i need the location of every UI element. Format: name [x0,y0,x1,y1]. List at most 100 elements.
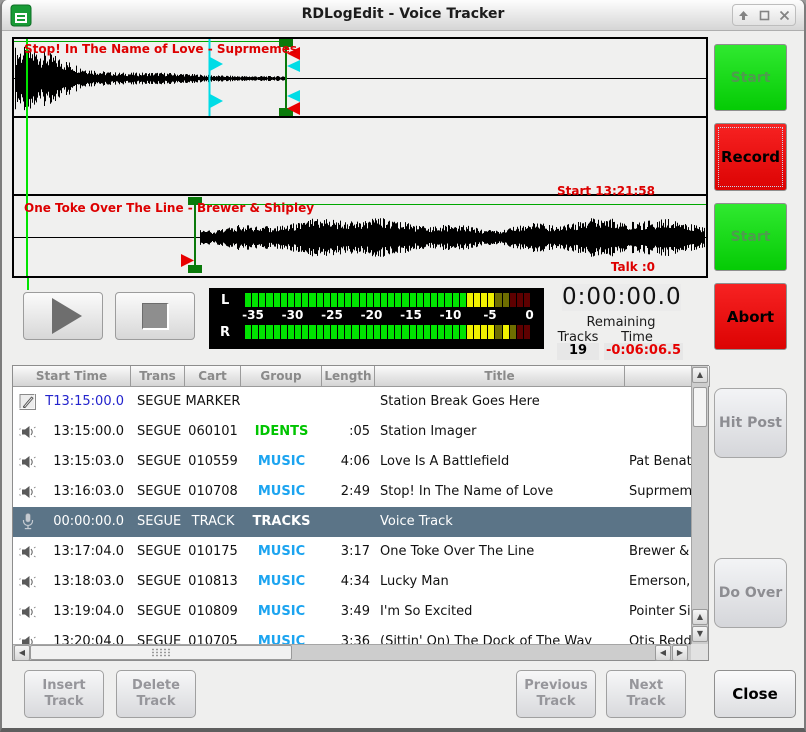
track3-title: One Toke Over The Line - Brewer & Shiple… [24,201,314,215]
vertical-scroll-thumb[interactable] [693,387,707,427]
meter-segment [281,325,287,339]
meter-left-bar [245,293,530,307]
talk-time-label: Talk :0 [611,260,655,274]
row-artist: Brewer & S [625,537,692,567]
shade-button[interactable] [733,5,754,25]
scroll-down-button[interactable]: ▼ [692,626,708,642]
row-title: (Sittin' On) The Dock of The Way [375,627,625,645]
meter-segment [488,325,494,339]
waveform-panel[interactable]: Stop! In The Name of Love - Suprmemes St… [12,37,708,278]
log-table-row[interactable]: 13:19:04.0 SEGUE 010809 MUSIC 3:49 I'm S… [13,597,692,627]
row-title: Station Break Goes Here [375,387,625,417]
meter-segment [510,325,516,339]
speaker-icon [19,483,37,501]
stop-icon [142,303,169,330]
row-group: IDENTS [241,417,322,447]
row-group: MUSIC [241,627,322,645]
log-table-row[interactable]: 13:17:04.0 SEGUE 010175 MUSIC 3:17 One T… [13,537,692,567]
meter-segment [252,325,258,339]
meter-segment [259,325,265,339]
scroll-left-button-right[interactable]: ◀ [655,645,671,661]
scroll-up-button-bottom[interactable]: ▲ [692,609,708,625]
meter-segment [417,293,423,307]
start-segue-button[interactable]: Start [714,44,787,111]
meter-segment [295,293,301,307]
vertical-scrollbar[interactable]: ▲ ▲ ▼ [691,366,708,644]
row-group: MUSIC [241,537,322,567]
row-group: MUSIC [241,567,322,597]
meter-segment [374,325,380,339]
row-start-time: 13:19:04.0 [53,597,124,627]
meter-segment [388,293,394,307]
previous-track-button[interactable]: PreviousTrack [516,670,596,718]
column-header-artist[interactable] [625,366,692,387]
scroll-up-button[interactable]: ▲ [692,367,708,383]
scroll-left-button[interactable]: ◀ [14,645,30,661]
log-table-row[interactable]: 13:16:03.0 SEGUE 010708 MUSIC 2:49 Stop!… [13,477,692,507]
track-start-time-label: Start 13:21:58 [557,184,655,198]
meter-segment [324,325,330,339]
row-artist: Suprmemes [625,477,692,507]
log-table-row[interactable]: 13:15:00.0 SEGUE 060101 IDENTS :05 Stati… [13,417,692,447]
meter-segment [381,293,387,307]
meter-segment [410,325,416,339]
meter-segment [302,325,308,339]
meter-right-label: R [220,325,230,340]
column-header-cart[interactable]: Cart [185,366,241,387]
horizontal-scrollbar[interactable]: ◀ ◀ ▶ [13,644,691,660]
row-transition: SEGUE [131,567,185,597]
meter-tick-label: -15 [391,308,431,322]
log-table-row[interactable]: 13:20:04.0 SEGUE 010705 MUSIC 3:36 (Sitt… [13,627,692,645]
row-start-time: 13:18:03.0 [53,567,124,597]
row-artist: Emerson, L [625,567,692,597]
row-length: 3:49 [322,597,375,627]
do-over-button[interactable]: Do Over [714,558,787,628]
window-controls [732,4,796,26]
row-transition: SEGUE [131,597,185,627]
column-header-length[interactable]: Length [322,366,375,387]
log-table-row[interactable]: 00:00:00.0 SEGUE TRACK TRACKS Voice Trac… [13,507,692,537]
abort-button[interactable]: Abort [714,283,787,350]
row-artist [625,507,692,537]
close-button[interactable]: Close [714,670,796,718]
hit-post-button[interactable]: Hit Post [714,388,787,458]
column-header-title[interactable]: Title [375,366,625,387]
titlebar[interactable]: RDLogEdit - Voice Tracker [2,0,804,31]
delete-track-button[interactable]: DeleteTrack [116,670,196,718]
column-header-start-time[interactable]: Start Time [13,366,131,387]
stop-button[interactable] [115,292,195,340]
scroll-right-button[interactable]: ▶ [672,645,688,661]
start-next-button[interactable]: Start [714,203,787,271]
insert-track-button[interactable]: InsertTrack [24,670,104,718]
maximize-button[interactable] [754,5,775,25]
row-group: MUSIC [241,477,322,507]
log-table-row[interactable]: 13:15:03.0 SEGUE 010559 MUSIC 4:06 Love … [13,447,692,477]
column-header-group[interactable]: Group [241,366,322,387]
next-track-button[interactable]: NextTrack [606,670,686,718]
scrollbar-corner [691,644,708,660]
close-window-button[interactable] [774,5,795,25]
column-header-trans[interactable]: Trans [131,366,185,387]
meter-segment [288,293,294,307]
row-length: 4:34 [322,567,375,597]
meter-tick-label: -5 [470,308,510,322]
row-start-time: 13:15:00.0 [53,417,124,447]
log-table-row[interactable]: 13:18:03.0 SEGUE 010813 MUSIC 4:34 Lucky… [13,567,692,597]
play-button[interactable] [23,292,103,340]
meter-segment [503,325,509,339]
meter-segment [281,293,287,307]
meter-segment [245,325,251,339]
meter-segment [467,325,473,339]
meter-segment [495,325,501,339]
row-start-time: 00:00:00.0 [53,507,124,537]
meter-segment [424,293,430,307]
horizontal-scroll-thumb[interactable] [30,645,292,660]
meter-segment [352,325,358,339]
meter-segment [424,325,430,339]
log-table-row[interactable]: T13:15:00.0 SEGUE MARKER Station Break G… [13,387,692,417]
meter-segment [274,293,280,307]
meter-segment [324,293,330,307]
speaker-icon [19,603,37,621]
record-button[interactable]: Record [714,123,787,191]
meter-segment [395,325,401,339]
